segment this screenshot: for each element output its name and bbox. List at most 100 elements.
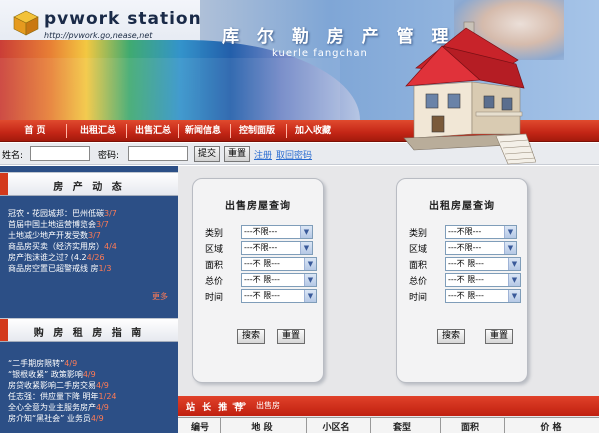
chevron-down-icon: ▼ — [304, 290, 316, 302]
nav-item-sale-summary[interactable]: 出售汇总 — [128, 120, 178, 142]
guide-item-date: 4/9 — [82, 370, 96, 379]
guide-item-text: 任志强：供应量下降 明年 — [8, 392, 99, 401]
site-subtitle: kuerle fangchan — [272, 48, 368, 59]
forgot-password-link[interactable]: 取回密码 — [276, 148, 312, 161]
guide-item[interactable]: “二手期房限转”4/9 — [8, 358, 173, 369]
sale-search-button[interactable]: 搜索 — [237, 329, 266, 344]
column-divider — [306, 418, 307, 433]
district-select[interactable]: ---不限--- ▼ — [241, 241, 313, 255]
guide-item-date: 4/9 — [96, 403, 109, 412]
double-arrow-icon: ⟹ — [232, 399, 247, 410]
news-item[interactable]: 冠农・花园城邦：巴州低碳3/7 — [8, 208, 173, 219]
password-label: 密码: — [98, 151, 120, 161]
news-item[interactable]: 首届中国土地运营博览会3/7 — [8, 219, 173, 230]
news-item[interactable]: 商品房空置已超警戒线 房1/3 — [8, 263, 173, 274]
guide-item[interactable]: 全心全意为业主服务房产4/9 — [8, 402, 173, 413]
category-select[interactable]: ---不限--- ▼ — [241, 225, 313, 239]
field-label: 时间 — [409, 293, 428, 303]
guide-item-text: “二手期房限转” — [8, 359, 65, 368]
name-input[interactable] — [30, 146, 90, 161]
news-more-link[interactable]: 更多 — [152, 291, 168, 302]
district-select[interactable]: ---不限--- ▼ — [445, 241, 517, 255]
field-label: 面积 — [205, 261, 224, 271]
guide-item[interactable]: “银根收紧” 政策影响4/9 — [8, 369, 173, 380]
reset-button[interactable]: 重置 — [224, 146, 251, 162]
field-label: 区域 — [205, 245, 224, 255]
news-item[interactable]: 商品房买卖（经济实用房）4/4 — [8, 241, 173, 252]
column-header-community: 小区名 — [322, 423, 350, 433]
submit-button[interactable]: 提交 — [194, 146, 221, 162]
guide-item-text: 房贷收紧影响二手房交易 — [8, 381, 96, 390]
nav-item-news[interactable]: 新闻信息 — [178, 120, 228, 142]
banner-shade — [0, 58, 340, 120]
guide-item-text: “银根收紧” 政策影响 — [8, 370, 83, 379]
column-divider — [370, 418, 371, 433]
column-header-layout: 套型 — [392, 423, 411, 433]
nav-item-home[interactable]: 首 页 — [10, 120, 60, 142]
category-select[interactable]: ---不限--- ▼ — [445, 225, 517, 239]
name-label: 姓名: — [2, 151, 24, 161]
news-item-date: 3/7 — [88, 231, 101, 240]
time-select[interactable]: ---不 限--- ▼ — [241, 289, 317, 303]
nav-item-rent-summary[interactable]: 出租汇总 — [72, 120, 124, 142]
select-value: ---不限--- — [244, 243, 278, 252]
area-select[interactable]: ---不 限--- ▼ — [445, 257, 521, 271]
rent-reset-button[interactable]: 重置 — [485, 329, 514, 344]
guide-item-date: 4/9 — [64, 359, 78, 368]
news-item-date: 3/7 — [104, 209, 117, 218]
news-item-text: 商品房空置已超警戒线 房 — [8, 264, 99, 273]
chevron-down-icon: ▼ — [508, 258, 520, 270]
guide-item-date: 1/24 — [98, 392, 117, 401]
recommend-subtitle[interactable]: 出售房 — [256, 400, 280, 411]
news-item-text: 土地减少地产开发受数 — [8, 231, 88, 240]
total-price-select[interactable]: ---不 限--- ▼ — [445, 273, 521, 287]
news-section-header: 房 产 动 态 — [0, 172, 178, 196]
column-header-area: 面积 — [460, 423, 479, 433]
logo-url: http://pvwork.go,nease,net — [44, 31, 153, 40]
sale-query-panel: 出售房屋查询 类别 ---不限--- ▼ 区域 ---不限--- ▼ 面积 ---不… — [192, 178, 324, 383]
news-item-text: 商品房买卖（经济实用房） — [8, 242, 104, 251]
column-divider — [504, 418, 505, 433]
news-item[interactable]: 房产泡沫谁之过? (4.24/26 — [8, 252, 173, 263]
total-price-select[interactable]: ---不 限--- ▼ — [241, 273, 317, 287]
field-label: 区域 — [409, 245, 428, 255]
field-label: 类别 — [205, 229, 224, 239]
news-item[interactable]: 土地减少地产开发受数3/7 — [8, 230, 173, 241]
recommend-header: 站 长 推 荐 ⟹ 出售房 — [178, 396, 599, 416]
rent-search-button[interactable]: 搜索 — [437, 329, 466, 344]
select-value: ---不 限--- — [244, 291, 280, 300]
guide-section-header: 购 房 租 房 指 南 — [0, 318, 178, 342]
nav-divider — [230, 124, 231, 138]
register-link[interactable]: 注册 — [254, 148, 272, 161]
guide-item-date: 4/9 — [90, 414, 104, 423]
password-input[interactable] — [128, 146, 188, 161]
guide-item[interactable]: 房贷收紧影响二手房交易4/9 — [8, 380, 173, 391]
select-value: ---不 限--- — [244, 275, 280, 284]
select-value: ---不 限--- — [448, 291, 484, 300]
guide-item[interactable]: 任志强：供应量下降 明年1/24 — [8, 391, 173, 402]
news-item-date: 4/26 — [86, 253, 105, 262]
select-value: ---不 限--- — [448, 259, 484, 268]
time-select[interactable]: ---不 限--- ▼ — [445, 289, 521, 303]
guide-item-text: 全心全意为业主服务房产 — [8, 403, 96, 412]
guide-list: “二手期房限转”4/9 “银根收紧” 政策影响4/9 房贷收紧影响二手房交易4/… — [8, 358, 173, 424]
news-item-date: 3/7 — [96, 220, 109, 229]
sale-reset-button[interactable]: 重置 — [277, 329, 306, 344]
news-item-text: 房产泡沫谁之过? (4.2 — [8, 253, 87, 262]
news-item-date: 1/3 — [98, 264, 112, 273]
chevron-down-icon: ▼ — [508, 290, 520, 302]
chevron-down-icon: ▼ — [300, 226, 312, 238]
area-select[interactable]: ---不 限--- ▼ — [241, 257, 317, 271]
field-label: 面积 — [409, 261, 428, 271]
house-illustration — [403, 21, 536, 165]
nav-item-add-favorite[interactable]: 加入收藏 — [288, 120, 338, 142]
select-value: ---不限--- — [448, 227, 482, 236]
guide-item[interactable]: 房介知“黑社会” 业务员4/9 — [8, 413, 173, 424]
nav-divider — [286, 124, 287, 138]
news-item-text: 首届中国土地运营博览会 — [8, 220, 96, 229]
field-label: 时间 — [205, 293, 224, 303]
chevron-down-icon: ▼ — [300, 242, 312, 254]
logo-text: pvwork station — [44, 9, 202, 29]
nav-item-control-panel[interactable]: 控制面版 — [232, 120, 282, 142]
field-label: 类别 — [409, 229, 428, 239]
